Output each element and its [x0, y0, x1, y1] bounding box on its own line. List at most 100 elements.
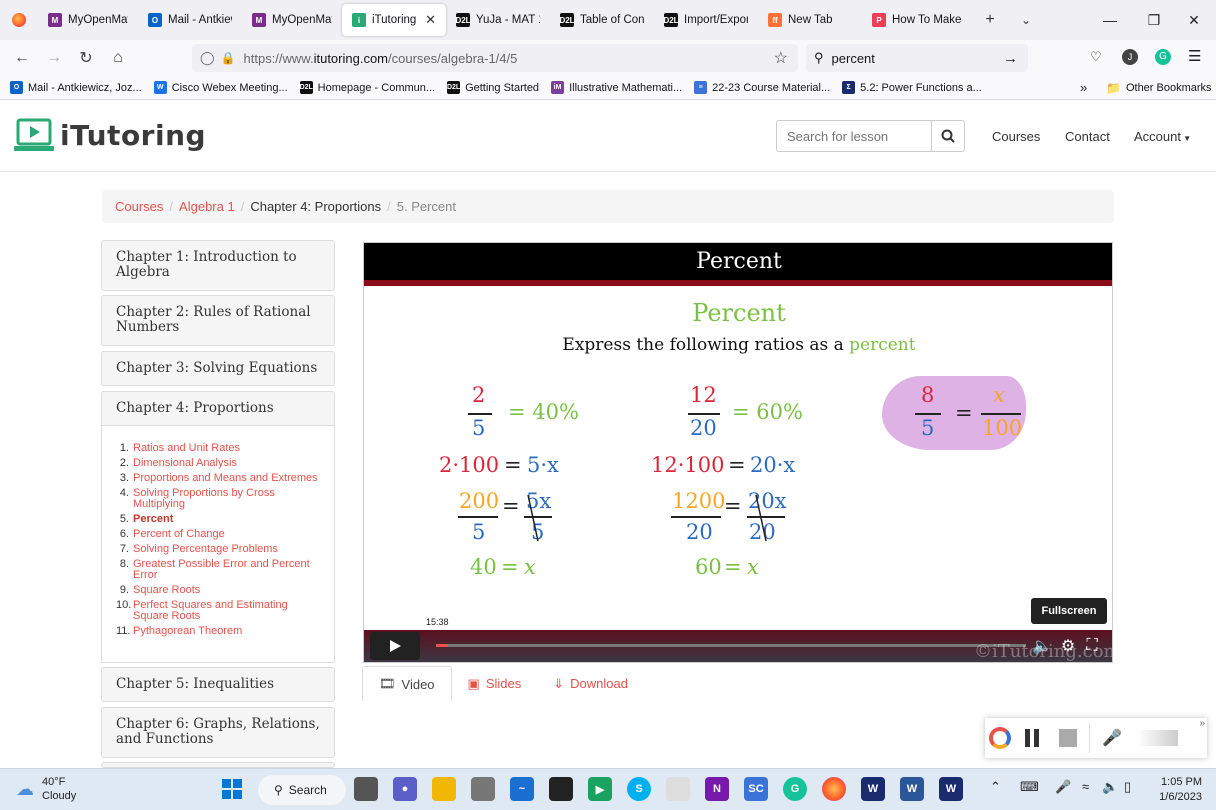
- bookmark-item[interactable]: D2L Homepage - Commun...: [294, 81, 441, 94]
- browser-tab[interactable]: D2L YuJa - MAT 13: [446, 4, 550, 36]
- teams-chat-icon[interactable]: ●: [393, 777, 417, 801]
- breadcrumb-algebra[interactable]: Algebra 1: [179, 199, 235, 214]
- sticky-notes-icon[interactable]: [549, 777, 573, 801]
- chapter-2-panel[interactable]: Chapter 2: Rules of Rational Numbers: [101, 295, 335, 346]
- lock-icon[interactable]: 🔒: [221, 51, 236, 65]
- onenote-icon[interactable]: N: [705, 777, 729, 801]
- chapter-4-panel[interactable]: Chapter 4: Proportions: [101, 391, 335, 426]
- url-bar[interactable]: ◯ 🔒 https://www. itutoring.com/courses/al…: [192, 44, 798, 72]
- nav-courses-link[interactable]: Courses: [992, 129, 1040, 144]
- progress-bar[interactable]: [436, 644, 1026, 647]
- nav-contact-link[interactable]: Contact: [1065, 129, 1110, 144]
- recorder-logo-icon[interactable]: [989, 727, 1011, 749]
- lesson-link[interactable]: Percent: [133, 514, 173, 525]
- bookmark-item[interactable]: Σ 5.2: Power Functions a...: [836, 81, 988, 94]
- itutoring-logo[interactable]: iTutoring: [14, 118, 206, 152]
- lesson-link[interactable]: Square Roots: [133, 585, 200, 596]
- video-player[interactable]: Percent Percent Express the following ra…: [363, 242, 1113, 663]
- browser-tab[interactable]: M MyOpenMath: [38, 4, 138, 36]
- lesson-search-input[interactable]: [777, 121, 931, 151]
- breadcrumb-courses[interactable]: Courses: [115, 199, 163, 214]
- nav-account-dropdown[interactable]: Account ▼: [1134, 129, 1191, 144]
- bookmark-item[interactable]: O Mail - Antkiewicz, Joz...: [4, 81, 148, 94]
- stop-icon[interactable]: [1059, 729, 1077, 747]
- play-button[interactable]: [370, 632, 420, 660]
- restore-icon[interactable]: ❐: [1132, 0, 1176, 40]
- tray-chevron-icon[interactable]: ⌃: [990, 779, 1001, 795]
- tab-download[interactable]: ⇓ Download: [537, 666, 644, 701]
- lesson-link[interactable]: Solving Proportions by Cross Multiplying: [133, 488, 326, 510]
- webex-icon[interactable]: W: [861, 777, 885, 801]
- taskbar-search[interactable]: ⚲ Search: [258, 775, 346, 805]
- lesson-link[interactable]: Greatest Possible Error and Percent Erro…: [133, 559, 326, 581]
- browser-tab[interactable]: P How To Make: [862, 4, 972, 36]
- minimize-icon[interactable]: —: [1088, 0, 1132, 40]
- go-arrow-icon[interactable]: →: [1003, 50, 1018, 67]
- wifi-icon[interactable]: ≈: [1082, 779, 1089, 794]
- tab-video[interactable]: 🎞 Video: [362, 666, 452, 701]
- lesson-link[interactable]: Ratios and Unit Rates: [133, 443, 240, 454]
- photos-icon[interactable]: ~: [510, 777, 534, 801]
- keyboard-icon[interactable]: ⌨: [1020, 779, 1039, 795]
- bookmark-item[interactable]: D2L Getting Started: [441, 81, 545, 94]
- taskbar-clock[interactable]: 1:05 PM 1/6/2023: [1146, 775, 1202, 805]
- file-explorer-icon[interactable]: [432, 777, 456, 801]
- browser-tab[interactable]: i iTutoring.co ✕: [342, 4, 446, 36]
- lesson-search-button[interactable]: [931, 121, 964, 151]
- browser-search-bar[interactable]: ⚲ percent →: [806, 44, 1028, 72]
- account-avatar-icon[interactable]: J: [1122, 49, 1138, 65]
- screencast-icon[interactable]: SC: [744, 777, 768, 801]
- bookmark-item[interactable]: iM Illustrative Mathemati...: [545, 81, 688, 94]
- chapter-3-panel[interactable]: Chapter 3: Solving Equations: [101, 351, 335, 386]
- grammarly-icon[interactable]: G: [1155, 49, 1171, 65]
- new-tab-button[interactable]: +: [972, 4, 1008, 36]
- bookmark-item[interactable]: W Cisco Webex Meeting...: [148, 81, 294, 94]
- grammarly-taskbar-icon[interactable]: G: [783, 777, 807, 801]
- lesson-link[interactable]: Pythagorean Theorem: [133, 626, 242, 637]
- forward-arrow-icon[interactable]: →: [38, 42, 70, 74]
- lesson-link[interactable]: Perfect Squares and Estimating Square Ro…: [133, 600, 326, 622]
- media-player-icon[interactable]: ▶: [588, 777, 612, 801]
- shield-icon[interactable]: ◯: [200, 50, 215, 66]
- recorder-collapse-icon[interactable]: »: [1199, 718, 1205, 729]
- tab-close-icon[interactable]: ✕: [425, 12, 436, 28]
- snipping-tool-icon[interactable]: [471, 777, 495, 801]
- pocket-icon[interactable]: ♡: [1090, 49, 1102, 65]
- browser-tab[interactable]: D2L Table of Conte: [550, 4, 654, 36]
- windows-start-icon[interactable]: [220, 777, 244, 801]
- bookmark-item[interactable]: ≡ 22-23 Course Material...: [688, 81, 836, 94]
- task-view-icon[interactable]: [354, 777, 378, 801]
- lesson-link[interactable]: Proportions and Means and Extremes: [133, 473, 318, 484]
- breadcrumb-chapter[interactable]: Chapter 4: Proportions: [250, 199, 381, 214]
- skype-icon[interactable]: S: [627, 777, 651, 801]
- lesson-link[interactable]: Solving Percentage Problems: [133, 544, 278, 555]
- reload-icon[interactable]: ↻: [70, 42, 102, 74]
- pause-icon[interactable]: [1025, 729, 1039, 747]
- browser-tab[interactable]: M MyOpenMath: [242, 4, 342, 36]
- home-icon[interactable]: ⌂: [102, 42, 134, 74]
- tab-slides[interactable]: ▣ Slides: [452, 666, 538, 701]
- tab-list-chevron-icon[interactable]: ⌄: [1008, 4, 1044, 36]
- browser-tab[interactable]: O Mail - Antkiew: [138, 4, 242, 36]
- close-window-icon[interactable]: ✕: [1172, 0, 1216, 40]
- browser-tab[interactable]: D2L Import/Export: [654, 4, 758, 36]
- chapter-6-panel[interactable]: Chapter 6: Graphs, Relations, and Functi…: [101, 707, 335, 758]
- battery-icon[interactable]: ▯: [1124, 779, 1131, 795]
- lesson-link[interactable]: Dimensional Analysis: [133, 458, 237, 469]
- firefox-taskbar-icon[interactable]: [822, 777, 846, 801]
- microphone-icon[interactable]: 🎤: [1102, 728, 1122, 748]
- back-arrow-icon[interactable]: ←: [6, 42, 38, 74]
- chapter-5-panel[interactable]: Chapter 5: Inequalities: [101, 667, 335, 702]
- chapter-1-panel[interactable]: Chapter 1: Introduction to Algebra: [101, 240, 335, 291]
- word-icon[interactable]: W: [900, 777, 924, 801]
- other-bookmarks[interactable]: 📁 Other Bookmarks: [1100, 81, 1216, 95]
- app-icon[interactable]: [666, 777, 690, 801]
- webex-meetings-icon[interactable]: W: [939, 777, 963, 801]
- menu-hamburger-icon[interactable]: ☰: [1188, 47, 1201, 65]
- speaker-icon[interactable]: 🔈: [1102, 779, 1118, 795]
- bookmarks-overflow-icon[interactable]: »: [1080, 80, 1087, 95]
- mic-tray-icon[interactable]: 🎤: [1055, 779, 1071, 795]
- firefox-icon[interactable]: [12, 13, 26, 27]
- bookmark-star-icon[interactable]: ☆: [774, 48, 788, 68]
- browser-tab[interactable]: ff New Tab: [758, 4, 862, 36]
